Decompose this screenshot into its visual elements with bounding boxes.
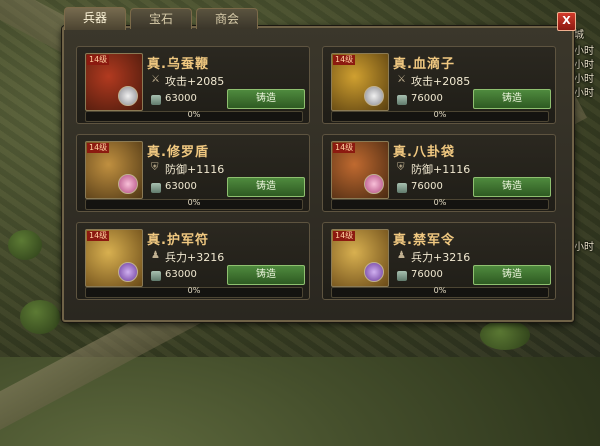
soldier-icon: ♟ — [151, 250, 160, 261]
shield-icon: ⛨ — [397, 162, 405, 173]
item-stat: 防御+1116 — [411, 163, 471, 176]
tree — [8, 230, 42, 260]
progress-text: 0% — [187, 198, 201, 207]
item-name: 真.禁军令 — [393, 233, 455, 248]
item-name: 真.乌蚕鞭 — [147, 57, 209, 72]
item-card: 14级 真.修罗盾 ⛨ 防御+1116 63000 铸造 0% — [76, 134, 310, 212]
gem-icon — [118, 262, 138, 282]
tree — [20, 300, 60, 334]
item-grid: 14级 真.乌蚕鞭 ⚔ 攻击+2085 63000 铸造 0% 14级 真.血滴… — [76, 46, 556, 302]
forge-button[interactable]: 铸造 — [473, 265, 551, 285]
side-info-strip: 城 小时 小时 小时 小时 小时 — [572, 16, 600, 357]
item-card: 14级 真.护军符 ♟ 兵力+3216 63000 铸造 0% — [76, 222, 310, 300]
item-cost: 76000 — [411, 93, 443, 104]
gem-icon — [118, 174, 138, 194]
item-cost: 63000 — [165, 269, 197, 280]
item-stat: 防御+1116 — [165, 163, 225, 176]
stone-icon — [397, 271, 407, 281]
progress-bar: 0% — [85, 286, 303, 298]
progress-bar: 0% — [331, 198, 549, 210]
tab-gems[interactable]: 宝石 — [130, 8, 192, 29]
progress-bar: 0% — [85, 198, 303, 210]
item-cost: 63000 — [165, 93, 197, 104]
side-label: 小时 — [574, 60, 594, 71]
progress-bar: 0% — [331, 110, 549, 122]
item-cost: 63000 — [165, 181, 197, 192]
item-name: 真.血滴子 — [393, 57, 455, 72]
stone-icon — [151, 271, 161, 281]
stone-icon — [151, 183, 161, 193]
item-thumbnail[interactable]: 14级 — [331, 229, 389, 287]
side-label: 小时 — [574, 46, 594, 57]
level-badge: 14级 — [333, 231, 356, 241]
shield-icon: ⛨ — [151, 162, 159, 173]
item-card: 14级 真.禁军令 ♟ 兵力+3216 76000 铸造 0% — [322, 222, 556, 300]
tab-weapons[interactable]: 兵器 — [64, 7, 126, 30]
item-name: 真.护军符 — [147, 233, 209, 248]
item-card: 14级 真.血滴子 ⚔ 攻击+2085 76000 铸造 0% — [322, 46, 556, 124]
item-stat: 兵力+3216 — [411, 251, 471, 264]
progress-bar: 0% — [85, 110, 303, 122]
forge-button[interactable]: 铸造 — [473, 89, 551, 109]
forge-button[interactable]: 铸造 — [227, 265, 305, 285]
stone-icon — [151, 95, 161, 105]
progress-text: 0% — [187, 286, 201, 295]
tab-shop[interactable]: 商会 — [196, 8, 258, 29]
item-thumbnail[interactable]: 14级 — [85, 141, 143, 199]
gem-icon — [118, 86, 138, 106]
item-card: 14级 真.乌蚕鞭 ⚔ 攻击+2085 63000 铸造 0% — [76, 46, 310, 124]
level-badge: 14级 — [333, 55, 356, 65]
item-stat: 攻击+2085 — [411, 75, 471, 88]
item-stat: 攻击+2085 — [165, 75, 225, 88]
level-badge: 14级 — [333, 143, 356, 153]
progress-text: 0% — [187, 110, 201, 119]
progress-text: 0% — [433, 198, 447, 207]
progress-text: 0% — [433, 110, 447, 119]
tree — [480, 320, 530, 350]
item-thumbnail[interactable]: 14级 — [331, 53, 389, 111]
progress-bar: 0% — [331, 286, 549, 298]
level-badge: 14级 — [87, 231, 110, 241]
stone-icon — [397, 95, 407, 105]
gem-icon — [364, 86, 384, 106]
side-label: 小时 — [574, 242, 594, 253]
level-badge: 14级 — [87, 55, 110, 65]
forge-button[interactable]: 铸造 — [473, 177, 551, 197]
forge-button[interactable]: 铸造 — [227, 89, 305, 109]
forge-button[interactable]: 铸造 — [227, 177, 305, 197]
item-thumbnail[interactable]: 14级 — [85, 53, 143, 111]
item-name: 真.修罗盾 — [147, 145, 209, 160]
sword-icon: ⚔ — [397, 74, 406, 85]
item-thumbnail[interactable]: 14级 — [331, 141, 389, 199]
item-stat: 兵力+3216 — [165, 251, 225, 264]
stone-icon — [397, 183, 407, 193]
item-cost: 76000 — [411, 181, 443, 192]
close-button[interactable]: X — [557, 12, 576, 31]
item-card: 14级 真.八卦袋 ⛨ 防御+1116 76000 铸造 0% — [322, 134, 556, 212]
gem-icon — [364, 174, 384, 194]
sword-icon: ⚔ — [151, 74, 160, 85]
soldier-icon: ♟ — [397, 250, 406, 261]
side-label: 小时 — [574, 74, 594, 85]
item-thumbnail[interactable]: 14级 — [85, 229, 143, 287]
progress-text: 0% — [433, 286, 447, 295]
item-cost: 76000 — [411, 269, 443, 280]
item-name: 真.八卦袋 — [393, 145, 455, 160]
level-badge: 14级 — [87, 143, 110, 153]
side-label: 小时 — [574, 88, 594, 99]
gem-icon — [364, 262, 384, 282]
